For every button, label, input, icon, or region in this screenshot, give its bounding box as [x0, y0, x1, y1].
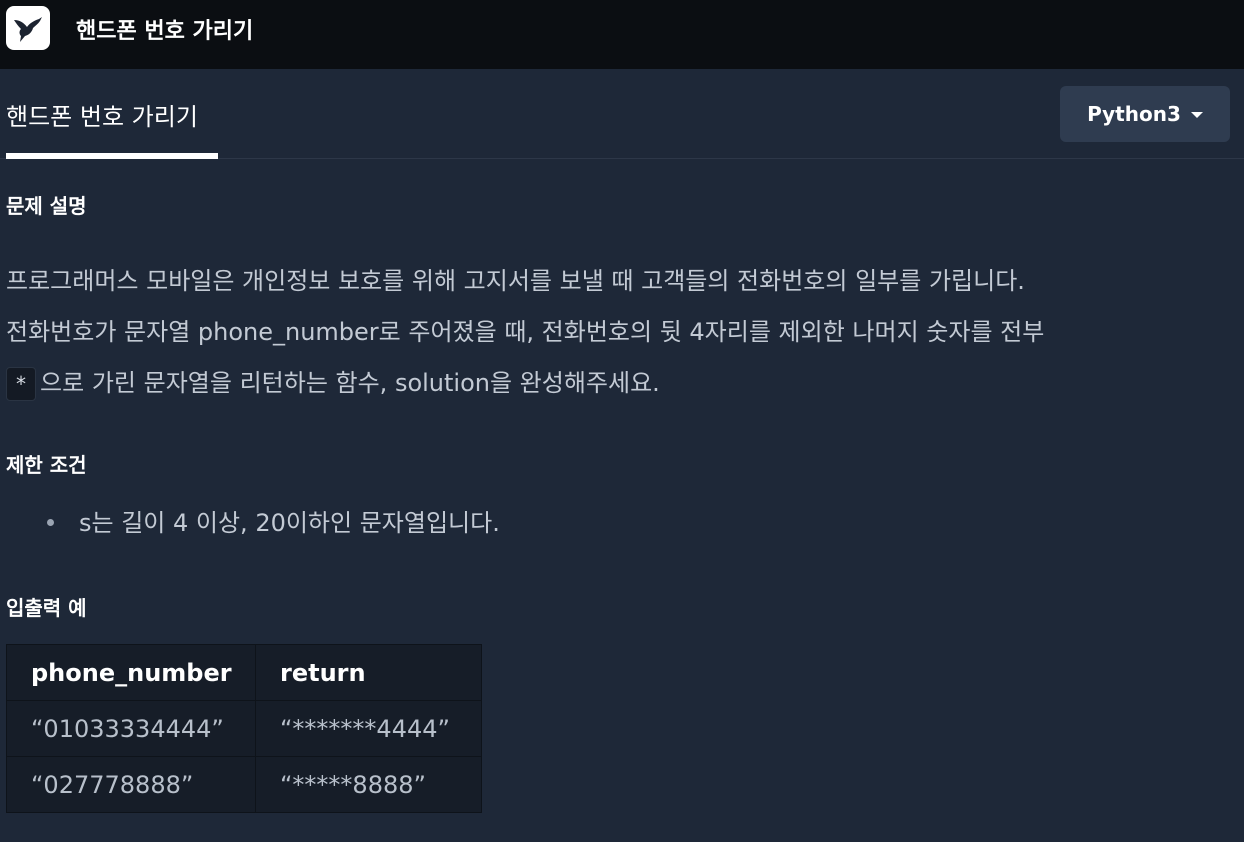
description-heading: 문제 설명 [6, 194, 87, 218]
hummingbird-logo-icon[interactable] [6, 6, 50, 50]
bullet-icon [47, 519, 54, 526]
table-row: “01033334444” “*******4444” [6, 700, 482, 757]
constraints-list: s는 길이 4 이상, 20이하인 문자열입니다. [6, 505, 500, 541]
table-header-row: phone_number return [6, 644, 482, 701]
tab-active-indicator [6, 153, 218, 159]
description-line-3-text: 으로 가린 문자열을 리턴하는 함수, solution을 완성해주세요. [40, 369, 660, 397]
language-select-value: Python3 [1087, 102, 1181, 126]
constraint-item: s는 길이 4 이상, 20이하인 문자열입니다. [6, 505, 500, 541]
description-line-3: * 으로 가린 문자열을 리턴하는 함수, solution을 완성해주세요. [6, 358, 1242, 409]
table-cell: “01033334444” [6, 700, 256, 757]
examples-table: phone_number return “01033334444” “*****… [6, 644, 482, 813]
tab-problem[interactable]: 핸드폰 번호 가리기 [6, 93, 198, 160]
description-line-1: 프로그래머스 모바일은 개인정보 보호를 위해 고지서를 보낼 때 고객들의 전… [6, 267, 1025, 295]
examples-heading: 입출력 예 [6, 596, 87, 620]
constraint-text: s는 길이 4 이상, 20이하인 문자열입니다. [79, 509, 500, 537]
app-title: 핸드폰 번호 가리기 [76, 19, 254, 44]
table-cell: “*******4444” [255, 700, 482, 757]
table-row: “027778888” “*****8888” [6, 756, 482, 813]
caret-down-icon [1190, 112, 1203, 118]
top-bar: 핸드폰 번호 가리기 [0, 0, 1244, 69]
description-paragraph: 프로그래머스 모바일은 개인정보 보호를 위해 고지서를 보낼 때 고객들의 전… [6, 256, 1242, 409]
constraints-heading: 제한 조건 [6, 453, 87, 477]
header-phone-number: phone_number [6, 644, 256, 701]
description-line-2: 전화번호가 문자열 phone_number로 주어졌을 때, 전화번호의 뒷 … [6, 318, 1045, 346]
tab-bar: 핸드폰 번호 가리기 Python3 [0, 69, 1244, 159]
table-cell: “027778888” [6, 756, 256, 813]
table-cell: “*****8888” [255, 756, 482, 813]
header-return: return [255, 644, 482, 701]
asterisk-code: * [6, 367, 37, 401]
language-select[interactable]: Python3 [1060, 86, 1230, 142]
